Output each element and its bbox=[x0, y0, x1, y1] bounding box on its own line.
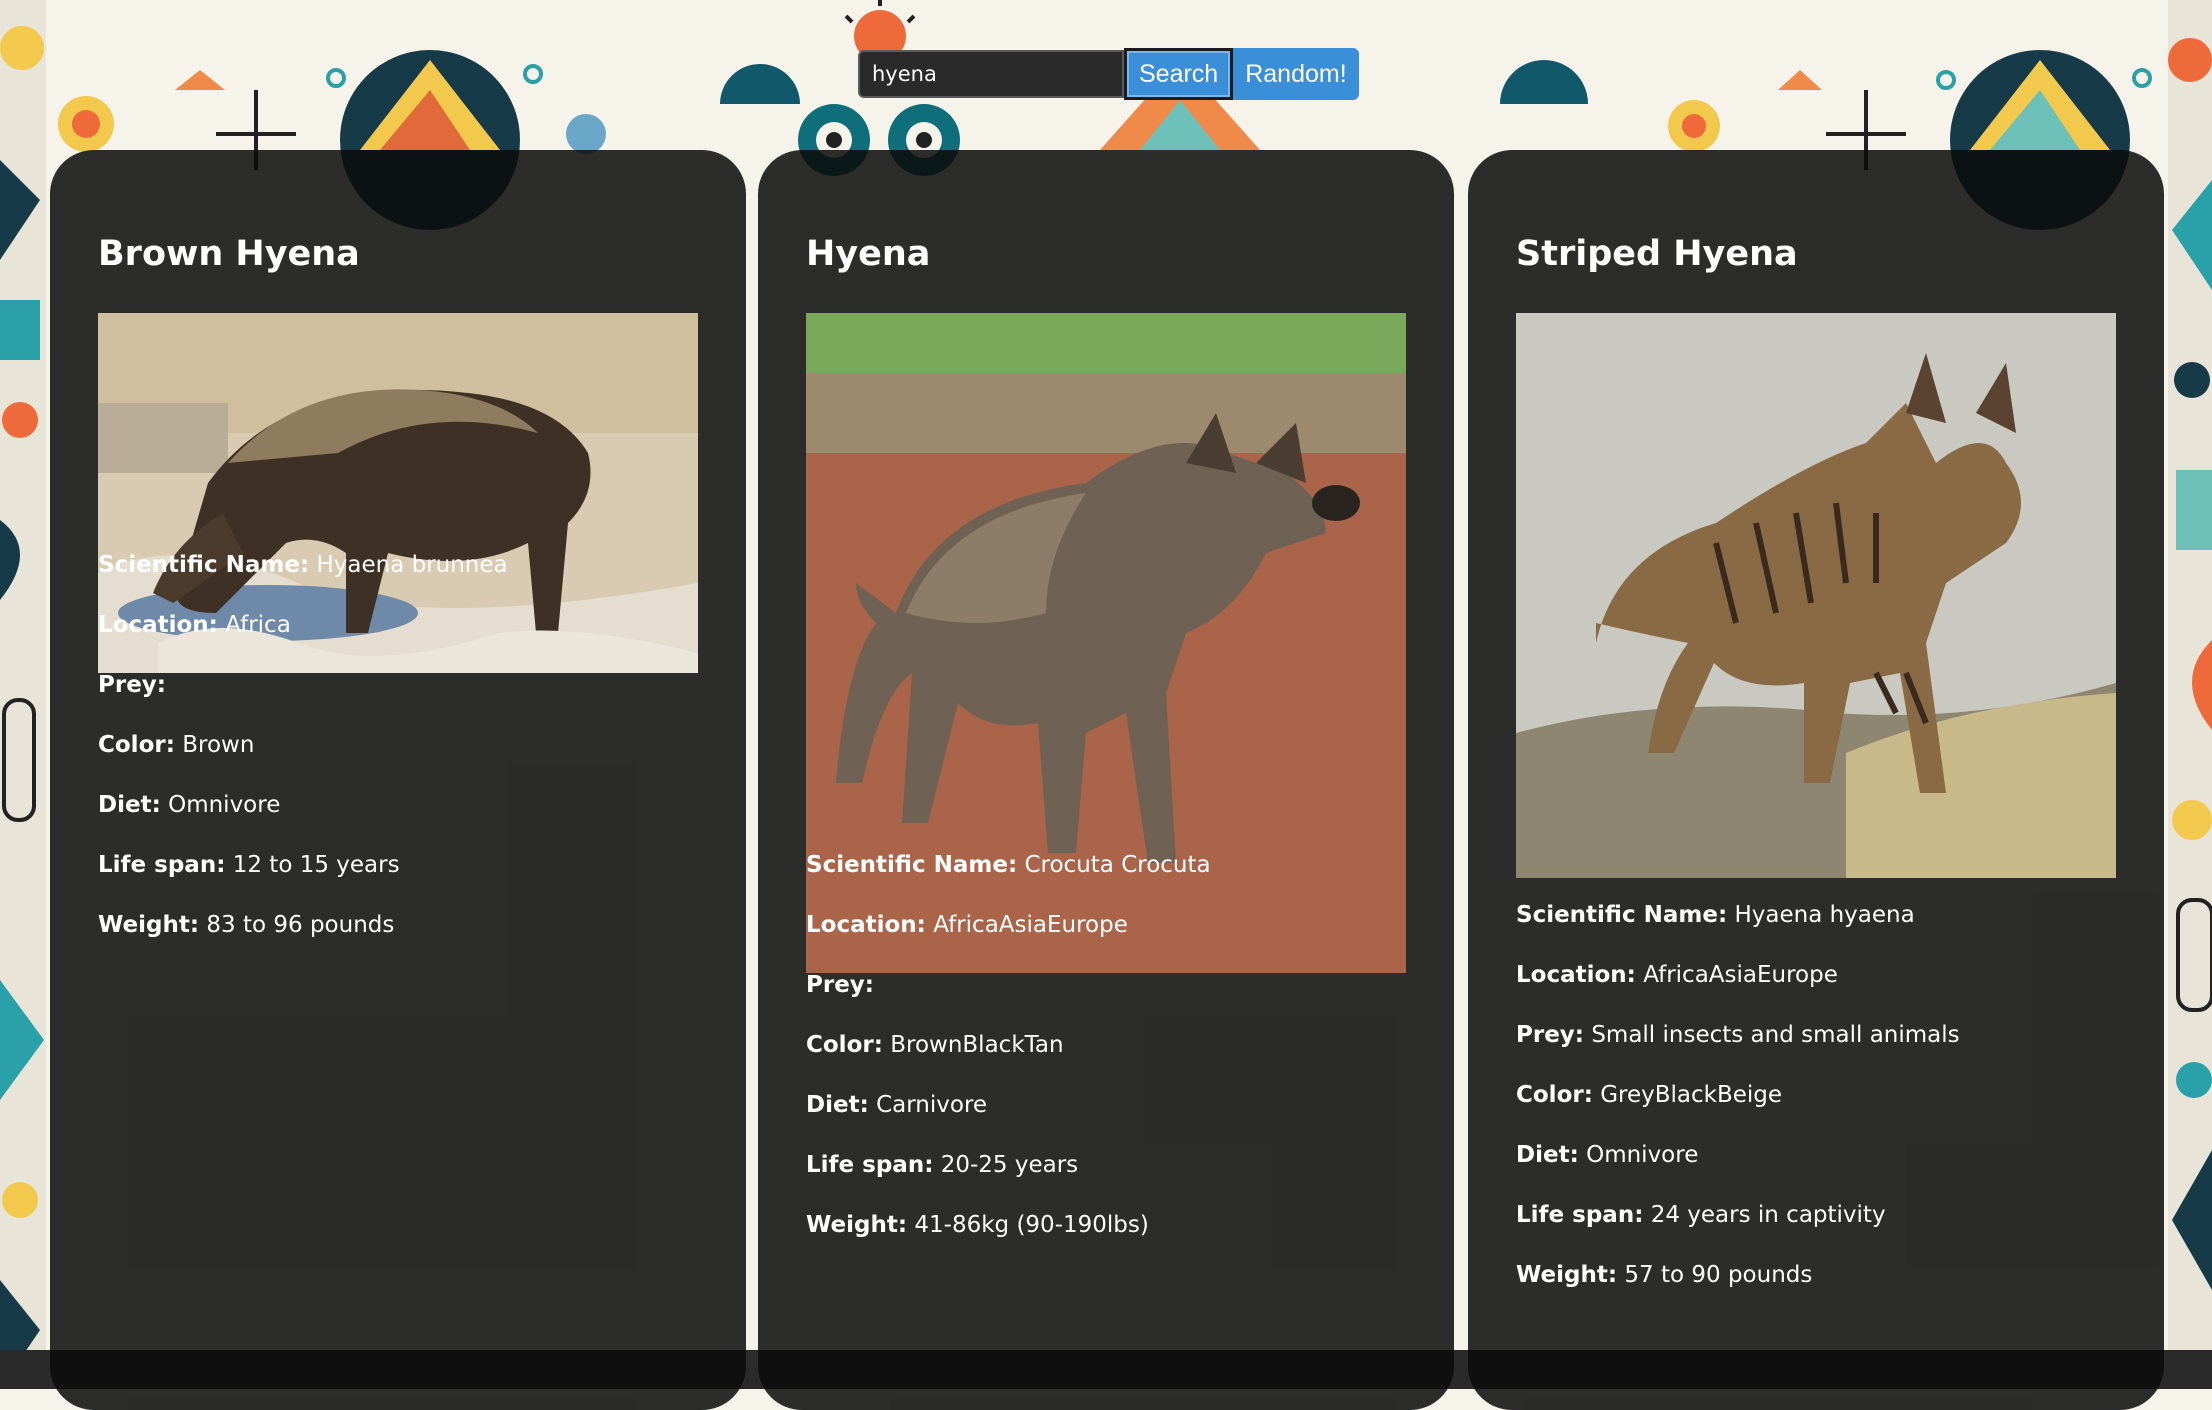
fact-scientific-name: Scientific Name: Hyaena brunnea bbox=[98, 552, 508, 578]
fact-weight: Weight: 41-86kg (90-190lbs) bbox=[806, 1212, 1149, 1238]
fact-weight: Weight: 57 to 90 pounds bbox=[1516, 1262, 1813, 1288]
animal-card-brown-hyena: Brown Hyena Scientific Name: Hyaena brun… bbox=[50, 150, 746, 1410]
fact-list: Scientific Name: Hyaena brunnea Location… bbox=[98, 550, 726, 970]
fact-prey: Prey: bbox=[98, 672, 166, 698]
fact-color: Color: GreyBlackBeige bbox=[1516, 1082, 1783, 1108]
striped-hyena-photo bbox=[1516, 313, 2116, 878]
search-bar: Search Random! bbox=[858, 48, 1359, 102]
card-title: Hyena bbox=[806, 234, 931, 274]
search-input[interactable] bbox=[858, 50, 1124, 98]
random-button[interactable]: Random! bbox=[1233, 48, 1359, 100]
fact-life-span: Life span: 24 years in captivity bbox=[1516, 1202, 1886, 1228]
fact-life-span: Life span: 12 to 15 years bbox=[98, 852, 400, 878]
fact-scientific-name: Scientific Name: Hyaena hyaena bbox=[1516, 902, 1915, 928]
fact-list: Scientific Name: Crocuta Crocuta Locatio… bbox=[806, 850, 1434, 1270]
fact-color: Color: BrownBlackTan bbox=[806, 1032, 1064, 1058]
fact-prey: Prey: Small insects and small animals bbox=[1516, 1022, 1960, 1048]
fact-prey: Prey: bbox=[806, 972, 874, 998]
card-title: Striped Hyena bbox=[1516, 234, 1798, 274]
animal-card-hyena: Hyena Scientific Name: Crocuta Crocuta L… bbox=[758, 150, 1454, 1410]
fact-diet: Diet: Omnivore bbox=[1516, 1142, 1699, 1168]
fact-diet: Diet: Omnivore bbox=[98, 792, 281, 818]
search-button[interactable]: Search bbox=[1124, 48, 1234, 100]
animal-card-striped-hyena: Striped Hyena Scientific Name: Hyaena hy… bbox=[1468, 150, 2164, 1410]
fact-weight: Weight: 83 to 96 pounds bbox=[98, 912, 395, 938]
fact-list: Scientific Name: Hyaena hyaena Location:… bbox=[1516, 900, 2144, 1320]
fact-location: Location: AfricaAsiaEurope bbox=[806, 912, 1128, 938]
fact-life-span: Life span: 20-25 years bbox=[806, 1152, 1079, 1178]
fact-scientific-name: Scientific Name: Crocuta Crocuta bbox=[806, 852, 1211, 878]
fact-location: Location: AfricaAsiaEurope bbox=[1516, 962, 1838, 988]
fact-color: Color: Brown bbox=[98, 732, 255, 758]
card-title: Brown Hyena bbox=[98, 234, 360, 274]
fact-location: Location: Africa bbox=[98, 612, 291, 638]
fact-diet: Diet: Carnivore bbox=[806, 1092, 988, 1118]
